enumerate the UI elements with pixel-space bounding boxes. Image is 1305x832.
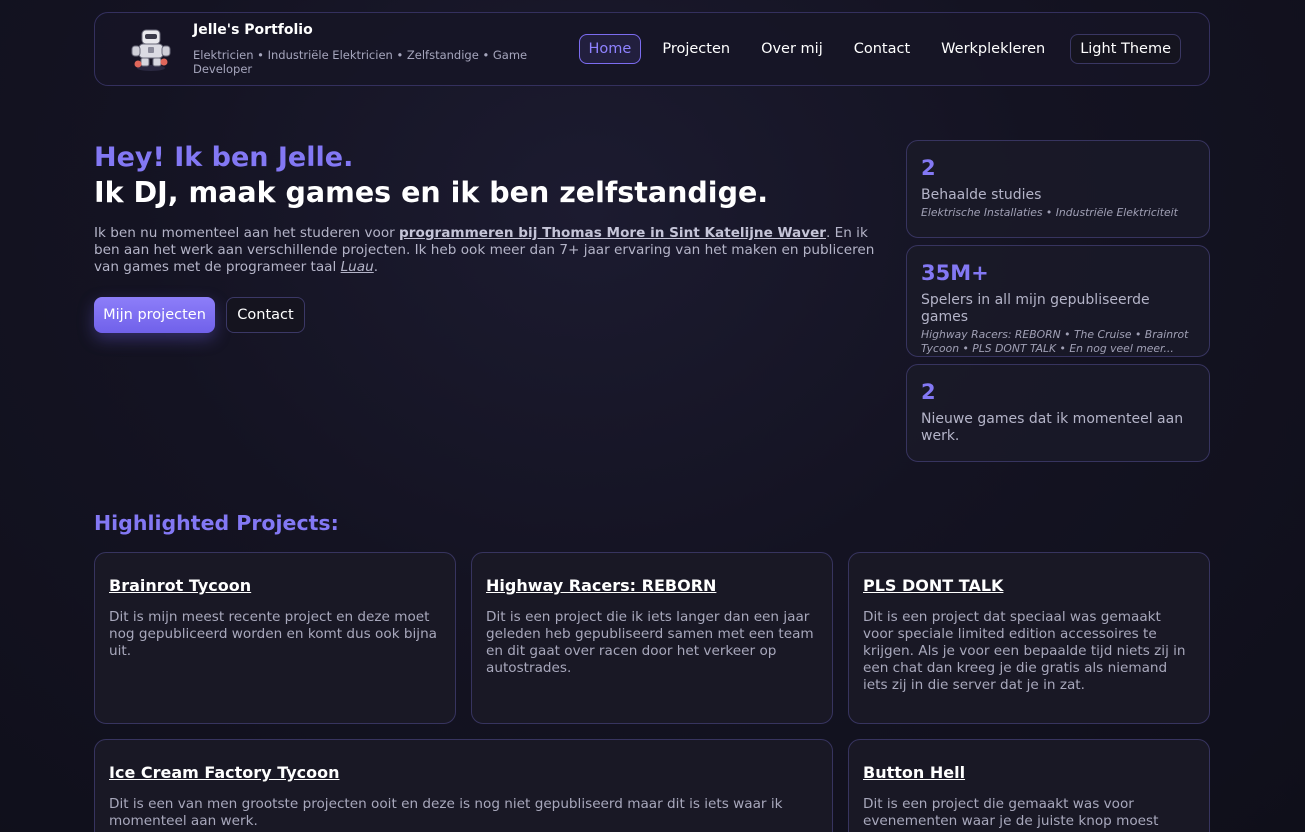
nav-link-projecten[interactable]: Projecten — [652, 34, 740, 64]
hero-greeting: Hey! Ik ben Jelle. — [94, 142, 354, 173]
project-title-link[interactable]: PLS DONT TALK — [863, 576, 1195, 595]
theme-toggle-button[interactable]: Light Theme — [1070, 34, 1181, 64]
site-title[interactable]: Jelle's Portfolio — [193, 22, 579, 38]
stat-value: 2 — [921, 380, 936, 404]
hero-intro: Ik ben nu momenteel aan het studeren voo… — [94, 225, 886, 276]
study-link[interactable]: programmeren bij Thomas More in Sint Kat… — [399, 225, 826, 241]
project-card[interactable]: Brainrot Tycoon Dit is mijn meest recent… — [94, 552, 456, 724]
stat-label: Nieuwe games dat ik momenteel aan werk. — [921, 411, 1184, 444]
project-title-link[interactable]: Ice Cream Factory Tycoon — [109, 763, 818, 782]
project-card[interactable]: Ice Cream Factory Tycoon Dit is een van … — [94, 739, 833, 832]
nav-link-werkplekleren[interactable]: Werkplekleren — [931, 34, 1055, 64]
project-title-link[interactable]: Brainrot Tycoon — [109, 576, 441, 595]
stat-card-players: 35M+ Spelers in all mijn gepubliseerde g… — [906, 245, 1210, 357]
nav-link-contact[interactable]: Contact — [844, 34, 920, 64]
hero-headline: Ik DJ, maak games en ik ben zelfstandige… — [94, 176, 769, 209]
project-title-link[interactable]: Highway Racers: REBORN — [486, 576, 818, 595]
project-description: Dit is een van men grootste projecten oo… — [109, 796, 783, 829]
project-description: Dit is een project die ik iets langer da… — [486, 609, 814, 676]
stat-card-new-games: 2 Nieuwe games dat ik momenteel aan werk… — [906, 364, 1210, 462]
contact-button[interactable]: Contact — [226, 297, 305, 333]
nav-links: Home Projecten Over mij Contact Werkplek… — [578, 34, 1181, 64]
project-card[interactable]: Button Hell Dit is een project die gemaa… — [848, 739, 1210, 832]
stat-detail: Highway Racers: REBORN • The Cruise • Br… — [921, 328, 1189, 355]
stat-label: Spelers in all mijn gepubliseerde games — [921, 292, 1150, 325]
intro-text-1: Ik ben nu momenteel aan het studeren voo… — [94, 225, 400, 241]
luau-link[interactable]: Luau — [341, 259, 374, 275]
project-card[interactable]: Highway Racers: REBORN Dit is een projec… — [471, 552, 833, 724]
intro-text-3: . — [373, 259, 379, 275]
project-description: Dit is mijn meest recente project en dez… — [109, 609, 438, 659]
nav-link-over-mij[interactable]: Over mij — [751, 34, 833, 64]
stat-card-studies: 2 Behaalde studies Elektrische Installat… — [906, 140, 1210, 238]
top-navbar: Jelle's Portfolio Elektricien • Industri… — [94, 12, 1210, 86]
brand-block: Jelle's Portfolio Elektricien • Industri… — [193, 22, 579, 76]
project-description: Dit is een project die gemaakt was voor … — [863, 796, 1159, 829]
nav-link-home[interactable]: Home — [578, 34, 642, 64]
stat-label: Behaalde studies — [921, 187, 1042, 203]
stat-value: 2 — [921, 156, 936, 180]
site-subtitle: Elektricien • Industriële Elektricien • … — [193, 48, 528, 76]
robot-mascot-icon[interactable] — [129, 26, 173, 72]
project-card[interactable]: PLS DONT TALK Dit is een project dat spe… — [848, 552, 1210, 724]
stat-detail: Elektrische Installaties • Industriële E… — [921, 206, 1178, 219]
my-projects-button[interactable]: Mijn projecten — [94, 297, 215, 333]
projects-heading: Highlighted Projects: — [94, 511, 339, 535]
project-description: Dit is een project dat speciaal was gema… — [863, 609, 1186, 693]
project-title-link[interactable]: Button Hell — [863, 763, 1195, 782]
stat-value: 35M+ — [921, 261, 989, 285]
